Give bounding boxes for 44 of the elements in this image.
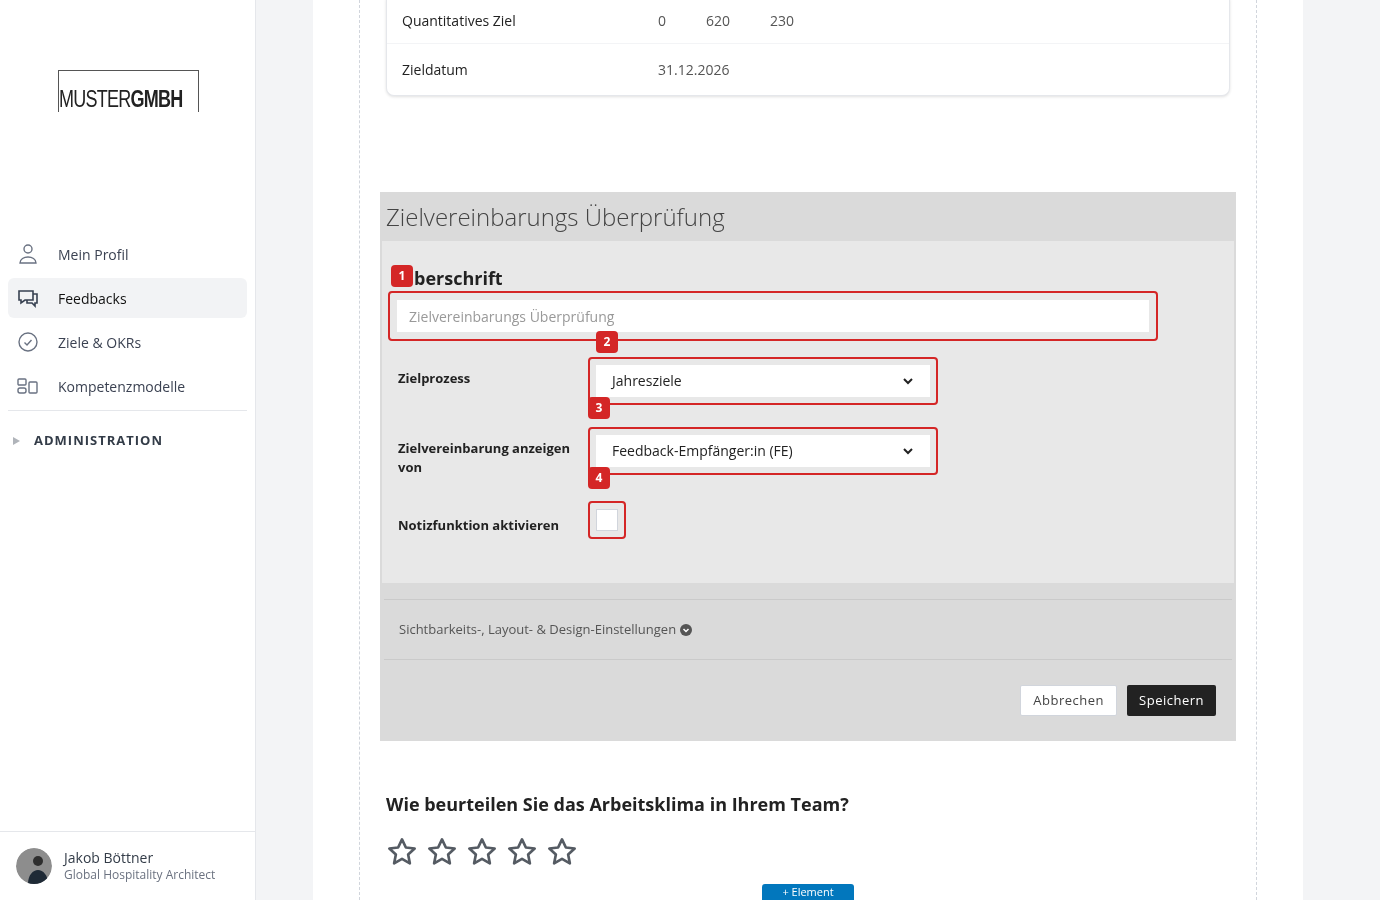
- chevron-down-circle-icon: [680, 623, 693, 636]
- caret-icon: [902, 375, 914, 387]
- heading-label: berschrift: [414, 264, 503, 292]
- annotation-badge: 3: [588, 397, 610, 419]
- admin-section[interactable]: ADMINISTRATION: [0, 431, 255, 451]
- row-value: 31.12.2026: [658, 59, 730, 80]
- star-icon[interactable]: [386, 836, 418, 868]
- nav-item[interactable]: Feedbacks: [8, 278, 247, 318]
- avatar[interactable]: [16, 848, 52, 884]
- row-value: 230: [770, 10, 795, 31]
- checkbox[interactable]: [596, 509, 618, 531]
- panel-title: Zielvereinbarungs Überprüfung: [385, 198, 726, 235]
- question-text: Wie beurteilen Sie das Arbeitsklima in Ihrem Team?: [386, 791, 850, 818]
- save-button[interactable]: Speichern: [1127, 685, 1216, 716]
- expand-triangle-icon: [12, 436, 20, 445]
- caret-icon: [902, 445, 914, 457]
- annotation-badge: 4: [588, 467, 610, 489]
- user-role: Global Hospitality Architect: [64, 867, 216, 883]
- star-icon[interactable]: [506, 836, 538, 868]
- select-field[interactable]: Jahresziele: [596, 365, 930, 397]
- settings-link[interactable]: Sichtbarkeits-, Layout- & Design-Einstellungen: [399, 619, 693, 640]
- heading-input[interactable]: Zielvereinbarungs Überprüfung: [397, 300, 1149, 332]
- user-name: Jakob Böttner: [64, 849, 155, 867]
- add-element-button[interactable]: + Element: [762, 884, 854, 900]
- nav-item[interactable]: Kompetenzmodelle: [8, 366, 247, 406]
- logo: MUSTERGMBH: [58, 70, 199, 112]
- row-value: 0: [658, 10, 666, 31]
- annotation-badge: 1: [391, 265, 413, 287]
- row-label: Zieldatum: [402, 59, 469, 80]
- annotation-badge: 2: [596, 331, 618, 353]
- user-icon: [16, 242, 40, 266]
- cancel-button[interactable]: Abbrechen: [1020, 685, 1118, 716]
- nav-item[interactable]: Ziele & OKRs: [8, 322, 247, 362]
- field-label: Notizfunktion aktivieren: [398, 515, 561, 535]
- field-label: Zielvereinbarung anzeigen von: [398, 439, 572, 477]
- row-label: Quantitatives Ziel: [402, 10, 517, 31]
- nav-item[interactable]: Mein Profil: [8, 234, 247, 274]
- star-icon[interactable]: [426, 836, 458, 868]
- star-icon[interactable]: [546, 836, 578, 868]
- star-icon[interactable]: [466, 836, 498, 868]
- row-value: 620: [706, 10, 731, 31]
- check-circle-icon: [16, 330, 40, 354]
- select-field[interactable]: Feedback-Empfänger:in (FE): [596, 435, 930, 467]
- field-label: Zielprozess: [398, 369, 472, 388]
